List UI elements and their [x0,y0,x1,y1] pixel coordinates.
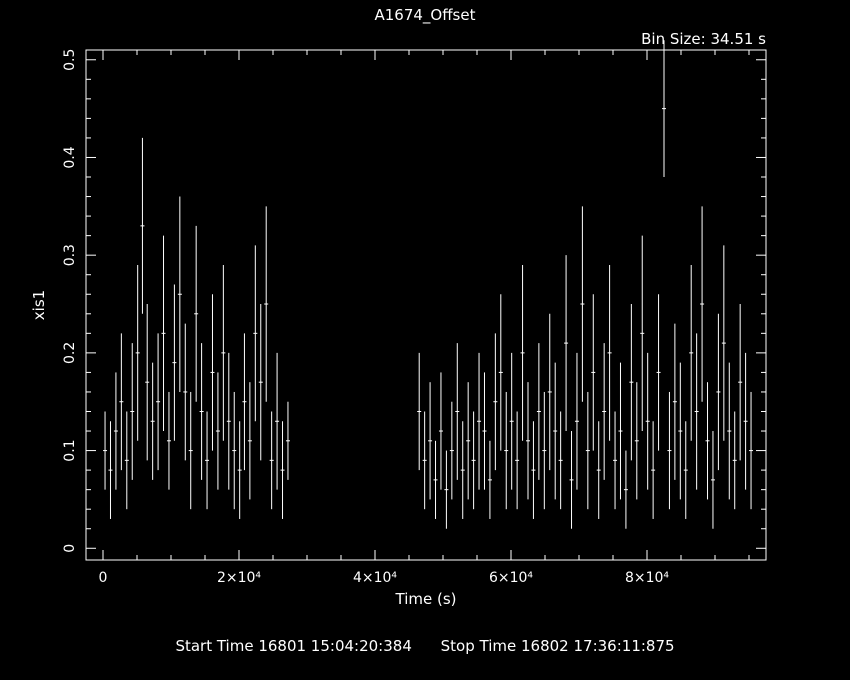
y-axis-label: xis1 [30,290,48,320]
lightcurve-plot: A1674_Offset Bin Size: 34.51 s 0 2×10⁴ 4×1… [0,0,850,680]
chart-canvas: 0 2×10⁴ 4×10⁴ 6×10⁴ 8×10⁴ 0 0.1 0.2 0.3 0.4 0.5 xis… [30,40,767,586]
start-time: Start Time 16801 15:04:20:384 [175,637,412,655]
x-tick-label: 8×10⁴ [625,570,669,586]
x-tick-label: 2×10⁴ [217,570,261,586]
y-tick-label: 0.2 [62,342,78,364]
y-tick-label: 0.3 [62,244,78,266]
y-tick-label: 0.4 [62,146,78,168]
y-tick-label: 0 [62,544,78,553]
x-tick-label: 6×10⁴ [489,570,533,586]
x-tick-label: 4×10⁴ [353,570,397,586]
y-tick-label: 0.5 [62,49,78,71]
time-range-footer: Start Time 16801 15:04:20:384 Stop Time … [0,637,850,655]
x-axis-label: Time (s) [395,590,457,608]
x-tick-label: 0 [99,570,108,586]
stop-time: Stop Time 16802 17:36:11:875 [440,637,675,655]
y-tick-label: 0.1 [62,439,78,461]
